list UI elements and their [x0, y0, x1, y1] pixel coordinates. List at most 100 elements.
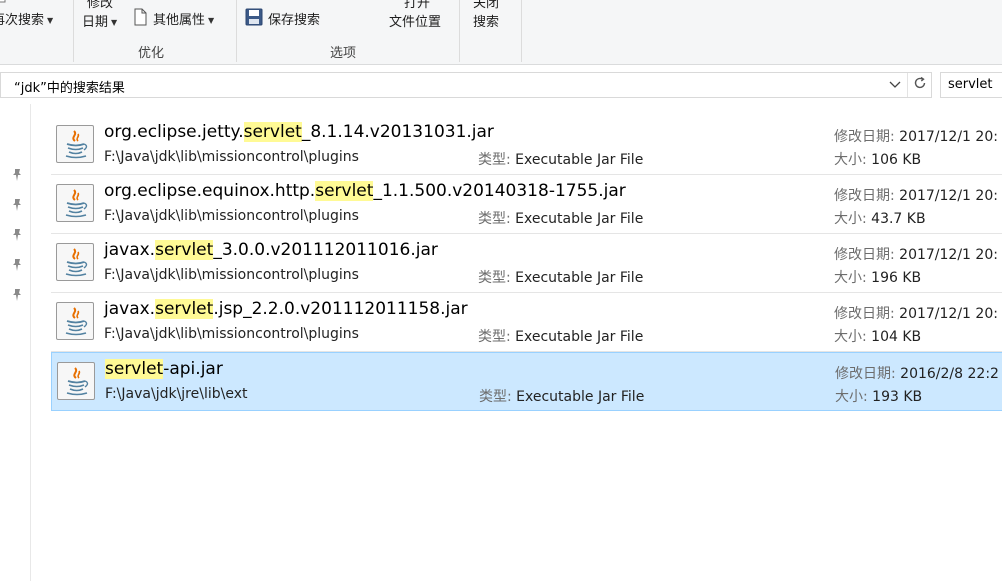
file-modified: 修改日期: 2016/2/8 22:2	[835, 363, 999, 383]
file-name: org.eclipse.equinox.http.servlet_1.1.500…	[104, 181, 626, 201]
file-modified: 修改日期: 2017/12/1 20:	[834, 303, 998, 323]
file-name: javax.servlet_3.0.0.v201112011016.jar	[104, 240, 438, 260]
modified-value: 2017/12/1 20:	[899, 188, 998, 204]
file-name-suffix: -api.jar	[163, 359, 223, 379]
group-separator	[73, 0, 74, 62]
java-jar-icon	[56, 302, 94, 340]
file-type: 类型: Executable Jar File	[478, 208, 643, 228]
search-match-highlight: servlet	[105, 359, 164, 379]
file-modified: 修改日期: 2017/12/1 20:	[834, 185, 998, 205]
open-location-top-label: 打开	[404, 0, 431, 11]
navigation-pane	[0, 104, 31, 581]
search-match-highlight: servlet	[155, 299, 214, 319]
modified-date-button[interactable]: 日期 ▼	[82, 11, 117, 30]
modified-date-label: 日期	[82, 15, 109, 30]
type-value: Executable Jar File	[516, 389, 645, 405]
type-value: Executable Jar File	[515, 211, 644, 227]
type-label: 类型:	[478, 152, 511, 168]
modified-date-top-label: 修改	[87, 0, 114, 11]
other-properties-label: 其他属性	[153, 13, 206, 28]
file-name-suffix: _1.1.500.v20140318-1755.jar	[373, 181, 626, 201]
file-size: 大小: 106 KB	[834, 149, 921, 169]
group-separator	[521, 0, 522, 62]
modified-label: 修改日期:	[835, 366, 896, 382]
size-label: 大小:	[834, 152, 867, 168]
chevron-down-icon: ▼	[111, 18, 118, 27]
address-bar[interactable]: “jdk”中的搜索结果	[0, 72, 932, 98]
pin-icon[interactable]	[11, 287, 23, 301]
file-name: org.eclipse.jetty.servlet_8.1.14.v201310…	[104, 122, 494, 142]
size-label: 大小:	[834, 270, 867, 286]
file-path: F:\Java\jdk\lib\missioncontrol\plugins	[104, 326, 359, 342]
type-label: 类型:	[478, 329, 511, 345]
file-name-suffix: .jsp_2.2.0.v201112011158.jar	[213, 299, 468, 319]
close-search-top-label: 关闭	[473, 0, 500, 11]
close-search-button[interactable]: 搜索	[473, 11, 499, 30]
modified-value: 2017/12/1 20:	[899, 129, 998, 145]
modified-value: 2017/12/1 20:	[899, 247, 998, 263]
modified-value: 2017/12/1 20:	[899, 306, 998, 322]
other-properties-button[interactable]: 其他属性 ▼	[153, 9, 214, 28]
open-file-location-button[interactable]: 文件位置	[389, 11, 441, 30]
size-label: 大小:	[834, 329, 867, 345]
file-name-prefix: org.eclipse.equinox.http.	[104, 181, 316, 201]
pin-icon[interactable]	[11, 167, 23, 181]
file-name: servlet-api.jar	[105, 359, 223, 379]
group-label-optimize: 优化	[138, 46, 165, 61]
file-type: 类型: Executable Jar File	[478, 267, 643, 287]
file-size: 大小: 104 KB	[834, 326, 921, 346]
type-value: Executable Jar File	[515, 329, 644, 345]
file-size: 大小: 196 KB	[834, 267, 921, 287]
chevron-down-icon: ▼	[47, 16, 54, 25]
file-type: 类型: Executable Jar File	[478, 326, 643, 346]
pin-icon[interactable]	[11, 197, 23, 211]
modified-label: 修改日期:	[834, 247, 895, 263]
file-path: F:\Java\jdk\lib\missioncontrol\plugins	[104, 208, 359, 224]
file-modified: 修改日期: 2017/12/1 20:	[834, 244, 998, 264]
java-jar-icon	[56, 125, 94, 163]
search-match-highlight: servlet	[315, 181, 374, 201]
group-separator	[459, 0, 460, 62]
result-item[interactable]: javax.servlet_3.0.0.v201112011016.jar F:…	[51, 234, 1002, 293]
file-path: F:\Java\jdk\jre\lib\ext	[105, 386, 248, 402]
type-label: 类型:	[479, 389, 512, 405]
file-modified: 修改日期: 2017/12/1 20:	[834, 126, 998, 146]
file-path: F:\Java\jdk\lib\missioncontrol\plugins	[104, 149, 359, 165]
address-text: “jdk”中的搜索结果	[14, 81, 125, 96]
save-search-button[interactable]: 保存搜索	[268, 9, 320, 28]
search-input[interactable]: servlet	[940, 72, 1002, 98]
refresh-icon[interactable]	[907, 73, 931, 97]
java-jar-icon	[56, 243, 94, 281]
type-label: 类型:	[478, 211, 511, 227]
result-item[interactable]: org.eclipse.jetty.servlet_8.1.14.v201310…	[51, 116, 1002, 175]
search-again-button[interactable]: 再次搜索▼	[0, 9, 53, 28]
modified-label: 修改日期:	[834, 188, 895, 204]
type-value: Executable Jar File	[515, 270, 644, 286]
modified-label: 修改日期:	[834, 129, 895, 145]
type-label: 类型:	[478, 270, 511, 286]
search-input-value: servlet	[948, 77, 993, 92]
search-match-highlight: servlet	[155, 240, 214, 260]
file-type: 类型: Executable Jar File	[479, 386, 644, 406]
file-size: 大小: 193 KB	[835, 386, 922, 406]
size-label: 大小:	[834, 211, 867, 227]
search-again-icon	[0, 0, 7, 6]
result-item-selected[interactable]: servlet-api.jar F:\Java\jdk\jre\lib\ext …	[51, 352, 1002, 411]
chevron-down-icon[interactable]	[885, 75, 905, 95]
size-value: 106 KB	[871, 152, 922, 168]
pin-icon[interactable]	[11, 257, 23, 271]
file-name-prefix: javax.	[104, 299, 156, 319]
address-row: “jdk”中的搜索结果 servlet	[0, 66, 1002, 104]
result-item[interactable]: javax.servlet.jsp_2.2.0.v201112011158.ja…	[51, 293, 1002, 352]
save-icon	[245, 8, 263, 26]
file-path: F:\Java\jdk\lib\missioncontrol\plugins	[104, 267, 359, 283]
file-name: javax.servlet.jsp_2.2.0.v201112011158.ja…	[104, 299, 468, 319]
file-size: 大小: 43.7 KB	[834, 208, 926, 228]
file-name-prefix: org.eclipse.jetty.	[104, 122, 244, 142]
file-name-prefix: javax.	[104, 240, 156, 260]
result-item[interactable]: org.eclipse.equinox.http.servlet_1.1.500…	[51, 175, 1002, 234]
pin-icon[interactable]	[11, 227, 23, 241]
search-results-list: org.eclipse.jetty. servlet _8.1.14.v201310…	[51, 116, 1002, 411]
file-name-suffix: _8.1.14.v20131031.jar	[301, 122, 494, 142]
size-value: 104 KB	[871, 329, 922, 345]
